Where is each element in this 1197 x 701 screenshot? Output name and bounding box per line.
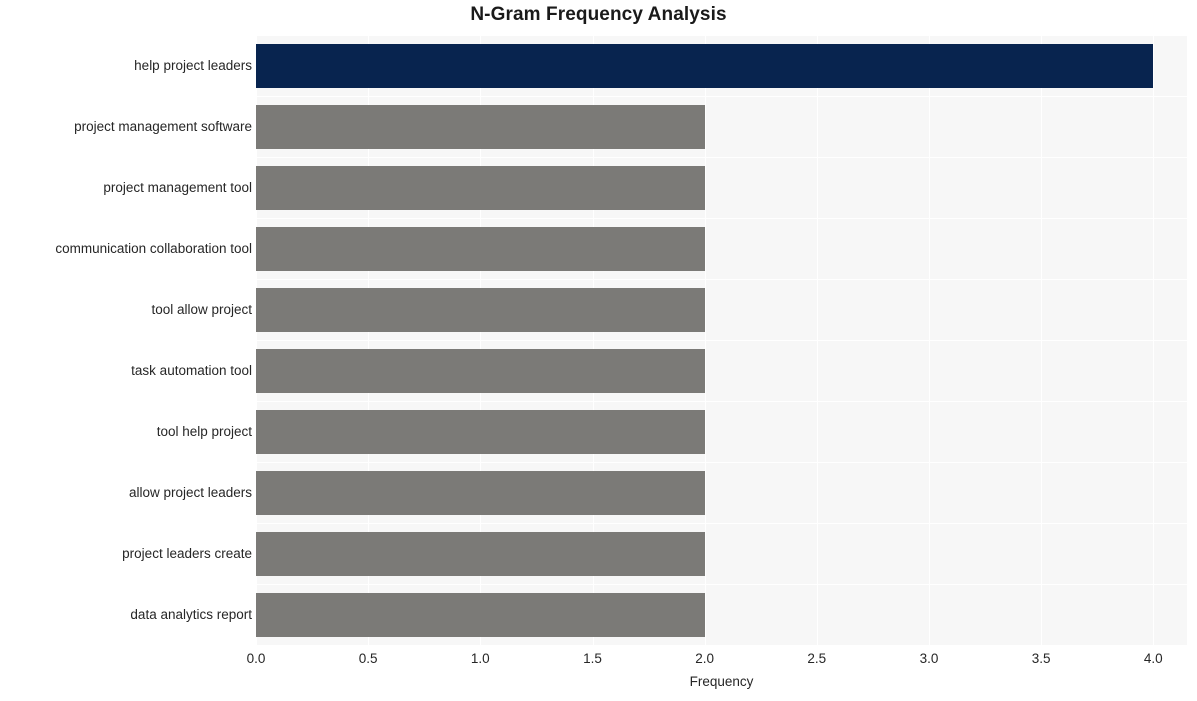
x-axis-tick-label: 3.5 [1031, 651, 1051, 666]
x-axis-tick-label: 3.0 [919, 651, 939, 666]
bar[interactable] [256, 592, 705, 637]
y-gridline [256, 462, 1187, 463]
bar[interactable] [256, 287, 705, 332]
y-axis-tick-label: project management tool [103, 179, 252, 195]
y-axis-tick-label: tool allow project [151, 301, 252, 317]
y-axis-tick-label: project management software [74, 118, 252, 134]
bar[interactable] [256, 104, 705, 149]
x-axis-tick-label: 2.0 [695, 651, 715, 666]
y-axis-tick-label: task automation tool [131, 362, 252, 378]
x-axis-tick-label: 2.5 [807, 651, 827, 666]
bar[interactable] [256, 470, 705, 515]
chart-figure: N-Gram Frequency Analysis help project l… [0, 0, 1197, 701]
bar[interactable] [256, 165, 705, 210]
bar[interactable] [256, 409, 705, 454]
y-axis-tick-label: data analytics report [130, 606, 252, 622]
y-gridline [256, 340, 1187, 341]
bar[interactable] [256, 348, 705, 393]
y-axis-tick-label: allow project leaders [128, 484, 252, 500]
bar[interactable] [256, 43, 1154, 88]
y-gridline [256, 279, 1187, 280]
y-axis-tick-label: communication collaboration tool [55, 240, 252, 256]
x-axis-tick-label: 4.0 [1143, 651, 1163, 666]
y-gridline [256, 157, 1187, 158]
x-axis-tick-label: 0.5 [358, 651, 378, 666]
y-gridline [256, 96, 1187, 97]
y-axis-tick-label: tool help project [156, 423, 252, 439]
x-axis-tick-label: 1.0 [470, 651, 490, 666]
bar[interactable] [256, 226, 705, 271]
plot-area [256, 35, 1187, 645]
y-axis-tick-label: help project leaders [134, 57, 252, 73]
bar[interactable] [256, 531, 705, 576]
x-axis-tick-label: 1.5 [583, 651, 602, 666]
x-axis-tick-label: 0.0 [246, 651, 266, 666]
y-gridline [256, 584, 1187, 585]
chart-title: N-Gram Frequency Analysis [470, 4, 727, 25]
y-gridline [256, 218, 1187, 219]
y-gridline [256, 401, 1187, 402]
y-axis-tick-label: project leaders create [122, 545, 252, 561]
y-gridline [256, 35, 1187, 36]
x-axis-label: Frequency [689, 674, 754, 689]
y-gridline [256, 523, 1187, 524]
